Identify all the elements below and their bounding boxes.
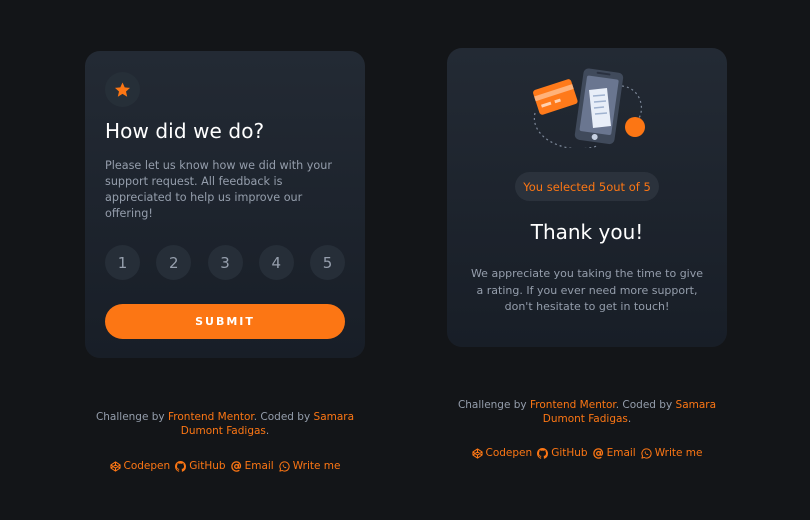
email-link[interactable]: Email <box>592 447 636 459</box>
selected-rating-badge: You selected 5out of 5 <box>515 172 659 201</box>
rating-description: Please let us know how we did with your … <box>105 159 332 220</box>
write-me-label: Write me <box>654 447 703 459</box>
codepen-link[interactable]: Codepen <box>109 460 171 472</box>
github-link[interactable]: GitHub <box>175 460 226 472</box>
star-badge <box>105 72 140 107</box>
attribution-middle: . Coded by <box>253 411 314 423</box>
write-me-link[interactable]: Write me <box>641 447 703 459</box>
at-icon <box>230 460 241 472</box>
rating-option-2[interactable]: 2 <box>156 245 192 280</box>
attribution-suffix: . <box>265 425 270 437</box>
attribution-middle: . Coded by <box>615 399 676 411</box>
attribution-prefix: Challenge by <box>457 399 530 411</box>
attribution: Challenge by Frontend Mentor. Coded by S… <box>85 410 365 438</box>
write-me-link[interactable]: Write me <box>279 460 341 472</box>
whatsapp-icon <box>279 460 290 472</box>
github-icon <box>537 447 549 459</box>
frontend-mentor-link[interactable]: Frontend Mentor <box>168 411 254 423</box>
rating-title: How did we do? <box>105 119 265 143</box>
thank-you-message: We appreciate you taking the time to giv… <box>470 267 704 313</box>
at-icon <box>592 447 603 459</box>
submit-button[interactable]: SUBMIT <box>105 304 345 339</box>
rating-option-1[interactable]: 1 <box>105 245 140 280</box>
attribution-suffix: . <box>627 413 632 425</box>
star-icon <box>115 82 130 97</box>
codepen-label: Codepen <box>123 460 171 472</box>
thank-you-title: Thank you! <box>530 220 644 244</box>
rating-card: How did we do? Please let us know how we… <box>85 51 365 358</box>
github-label: GitHub <box>551 447 588 459</box>
social-links: Codepen GitHub Email Write me <box>85 460 365 472</box>
write-me-label: Write me <box>292 460 341 472</box>
rating-option-5[interactable]: 5 <box>310 245 345 280</box>
codepen-label: Codepen <box>485 447 533 459</box>
email-label: Email <box>244 460 274 472</box>
frontend-mentor-link[interactable]: Frontend Mentor <box>530 399 616 411</box>
email-link[interactable]: Email <box>230 460 274 472</box>
codepen-icon <box>471 447 483 459</box>
codepen-icon <box>109 460 121 472</box>
whatsapp-icon <box>641 447 652 459</box>
github-icon <box>175 460 187 472</box>
attribution-prefix: Challenge by <box>95 411 168 423</box>
thank-you-card: You selected 5out of 5 Thank you! We app… <box>447 48 727 347</box>
payment-phone-illustration <box>533 68 645 148</box>
attribution-secondary: Challenge by Frontend Mentor. Coded by S… <box>447 398 727 426</box>
rating-options: 1 2 3 4 5 <box>105 245 345 280</box>
rating-option-4[interactable]: 4 <box>258 245 294 280</box>
github-label: GitHub <box>189 460 226 472</box>
rating-option-3[interactable]: 3 <box>207 245 243 280</box>
social-links-secondary: Codepen GitHub Email Write me <box>447 447 727 459</box>
codepen-link[interactable]: Codepen <box>471 447 533 459</box>
github-link[interactable]: GitHub <box>537 447 588 459</box>
email-label: Email <box>606 447 636 459</box>
